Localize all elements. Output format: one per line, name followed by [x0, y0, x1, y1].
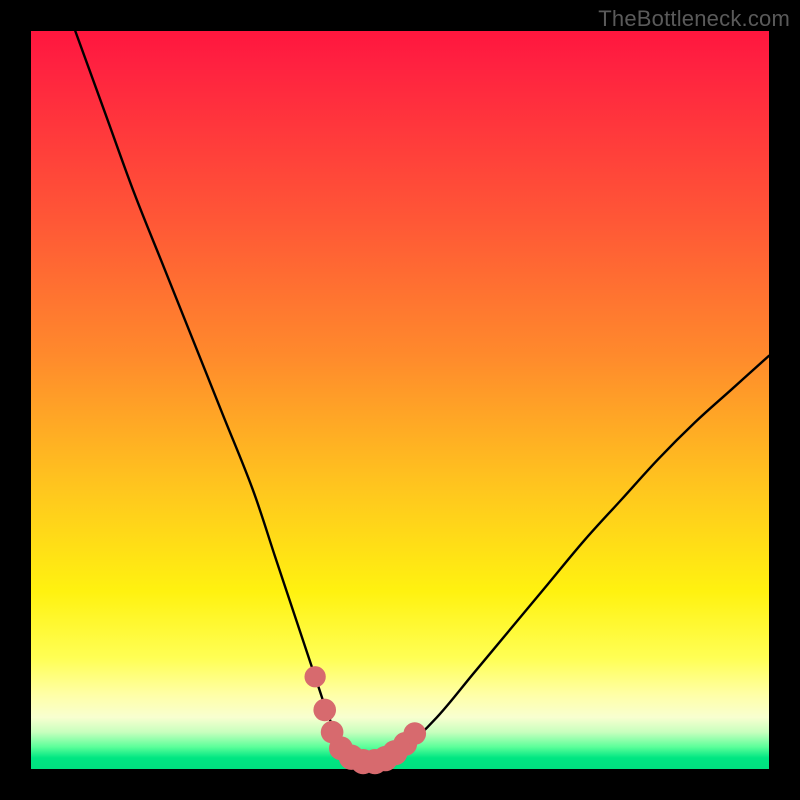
chart-frame: TheBottleneck.com: [0, 0, 800, 800]
bottleneck-curve: [75, 31, 769, 762]
plot-area: [31, 31, 769, 769]
trough-marker: [313, 699, 336, 722]
watermark-text: TheBottleneck.com: [598, 6, 790, 32]
trough-marker: [403, 722, 426, 745]
curve-layer: [31, 31, 769, 769]
trough-marker: [304, 666, 325, 687]
trough-markers: [304, 666, 426, 774]
